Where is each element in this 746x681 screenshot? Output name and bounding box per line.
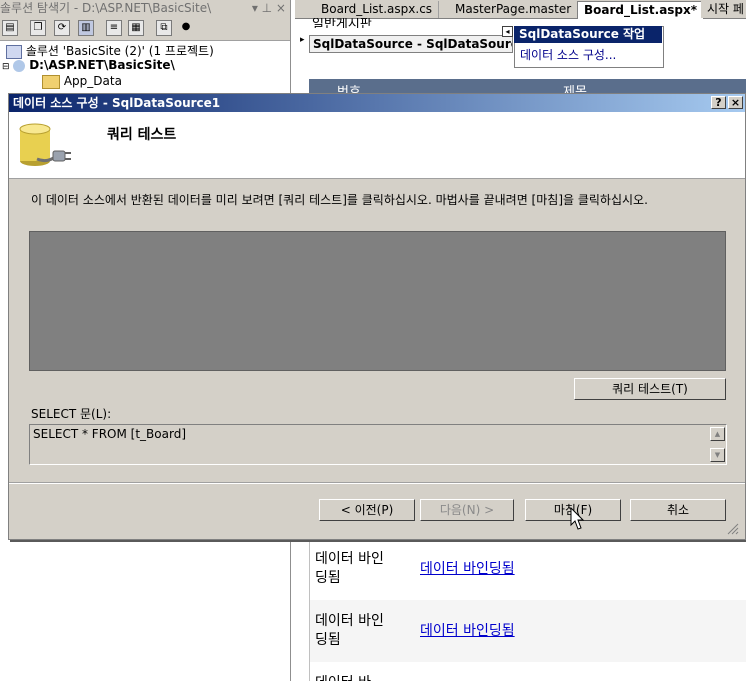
page-top-text: 일반게시판 bbox=[312, 18, 372, 28]
table-row: 데이터 바인딩됨 데이터 바인딩됨 bbox=[310, 540, 746, 600]
folder-icon bbox=[42, 74, 60, 89]
tab-board-list-cs[interactable]: Board_List.aspx.cs bbox=[315, 1, 440, 18]
tab-board-list-aspx[interactable]: Board_List.aspx* bbox=[577, 1, 705, 19]
tree-solution-label: 솔루션 'BasicSite (2)' (1 프로젝트) bbox=[25, 44, 214, 58]
properties-icon[interactable]: ▤ bbox=[2, 20, 18, 36]
grid-header: 번호 제목 bbox=[309, 79, 746, 93]
select-statement-label: SELECT 문(L): bbox=[31, 407, 112, 421]
row-cell-link[interactable]: 데이터 바인딩됨 bbox=[420, 620, 515, 640]
sqldatasource-control[interactable]: SqlDataSource - SqlDataSource1 bbox=[309, 35, 513, 53]
control-arrow-icon: ▸ bbox=[300, 35, 305, 45]
select-statement-box[interactable]: SELECT * FROM [t_Board] ▲ ▼ bbox=[29, 424, 727, 465]
row-cell-text: 데이터 바 bbox=[315, 672, 371, 681]
smart-tag-title: SqlDataSource 작업 bbox=[514, 26, 662, 43]
view-code-icon[interactable]: ≡ bbox=[106, 20, 122, 36]
previous-button[interactable]: < 이전(P) bbox=[319, 499, 415, 521]
row-cell-text: 데이터 바인딩됨 bbox=[315, 551, 384, 586]
solution-explorer-title: 솔루션 탐색기 - D:\ASP.NET\BasicSite\ ▾ ⊥ × bbox=[0, 0, 290, 17]
test-query-button[interactable]: 쿼리 테스트(T) bbox=[574, 378, 726, 400]
solution-explorer-title-text: 솔루션 탐색기 - D:\ASP.NET\BasicSite\ bbox=[0, 1, 212, 15]
help-button[interactable]: ? bbox=[711, 96, 726, 109]
smart-tag-chevron-icon[interactable]: ◂ bbox=[502, 26, 513, 37]
dialog-header: 쿼리 테스트 bbox=[9, 112, 745, 179]
dialog-heading: 쿼리 테스트 bbox=[107, 127, 177, 143]
grid-body: 데이터 바인딩됨 데이터 바인딩됨 데이터 바인딩됨 데이터 바인딩됨 데이터 … bbox=[309, 540, 746, 681]
close-button[interactable]: × bbox=[728, 96, 743, 109]
sqldatasource-label: SqlDataSource - SqlDataSource1 bbox=[313, 37, 513, 51]
tree-project-node[interactable]: ⊟ D:\ASP.NET\BasicSite\ bbox=[2, 58, 175, 72]
nest-files-icon[interactable]: ▥ bbox=[78, 20, 94, 36]
refresh-icon[interactable]: ⟳ bbox=[54, 20, 70, 36]
tab-masterpage[interactable]: MasterPage.master bbox=[449, 1, 579, 18]
table-row: 데이터 바 bbox=[310, 662, 746, 681]
row-cell-link[interactable]: 데이터 바인딩됨 bbox=[420, 558, 515, 578]
tree-project-label: D:\ASP.NET\BasicSite\ bbox=[29, 58, 175, 72]
solution-explorer-toolbar: ▤ ❐ ⟳ ▥ ≡ ▦ ⧉ ● bbox=[0, 17, 290, 41]
grid-header-number: 번호 bbox=[337, 85, 361, 93]
cancel-button[interactable]: 취소 bbox=[630, 499, 726, 521]
resize-grip-icon[interactable] bbox=[725, 521, 739, 535]
copy-website-icon[interactable]: ⧉ bbox=[156, 20, 172, 36]
website-icon bbox=[13, 59, 26, 72]
instruction-text: 이 데이터 소스에서 반환된 데이터를 미리 보려면 [쿼리 테스트]를 클릭하… bbox=[31, 193, 648, 207]
solution-icon bbox=[6, 44, 22, 59]
tree-folder-label: App_Data bbox=[63, 74, 122, 88]
collapse-icon[interactable]: ⊟ bbox=[2, 62, 10, 72]
table-row: 데이터 바인딩됨 데이터 바인딩됨 bbox=[310, 600, 746, 662]
select-statement-text: SELECT * FROM [t_Board] bbox=[33, 427, 186, 441]
grid-header-title: 제목 bbox=[563, 85, 587, 93]
show-all-files-icon[interactable]: ❐ bbox=[30, 20, 46, 36]
view-designer-icon[interactable]: ▦ bbox=[128, 20, 144, 36]
mouse-cursor-icon bbox=[570, 506, 585, 531]
scroll-down-icon[interactable]: ▼ bbox=[710, 448, 725, 462]
dialog-divider bbox=[9, 482, 745, 484]
tab-start-page[interactable]: 시작 페 bbox=[701, 1, 746, 18]
configure-data-source-dialog: 데이터 소스 구성 - SqlDataSource1 ? × 쿼리 테스트 이 … bbox=[8, 93, 746, 540]
next-button[interactable]: 다음(N) > bbox=[420, 499, 514, 521]
query-results-grid[interactable] bbox=[29, 231, 726, 371]
scroll-up-icon[interactable]: ▲ bbox=[710, 427, 725, 441]
dialog-title: 데이터 소스 구성 - SqlDataSource1 bbox=[13, 96, 221, 110]
configure-data-source-link[interactable]: 데이터 소스 구성... bbox=[520, 46, 616, 63]
tree-solution-node[interactable]: 솔루션 'BasicSite (2)' (1 프로젝트) bbox=[6, 42, 214, 59]
window-pin-icons[interactable]: ▾ ⊥ × bbox=[252, 0, 286, 17]
dialog-titlebar[interactable]: 데이터 소스 구성 - SqlDataSource1 ? × bbox=[9, 94, 745, 112]
config-icon[interactable]: ● bbox=[178, 20, 194, 36]
row-cell-text: 데이터 바인딩됨 bbox=[315, 613, 384, 648]
database-icon bbox=[17, 121, 73, 171]
tree-folder-node[interactable]: App_Data bbox=[42, 74, 122, 89]
document-tabs: Board_List.aspx.cs MasterPage.master Boa… bbox=[295, 0, 746, 19]
